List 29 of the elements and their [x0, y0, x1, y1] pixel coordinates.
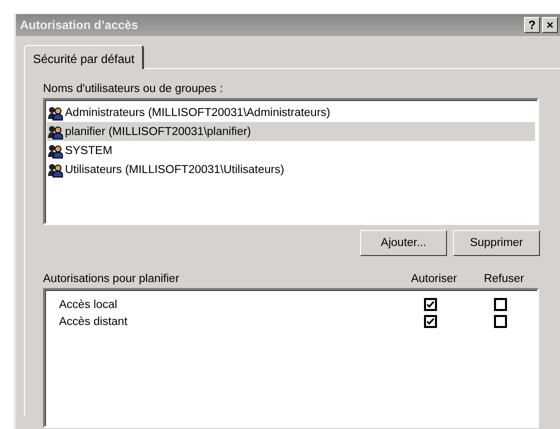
user-group-icon	[47, 142, 63, 158]
close-button[interactable]: ×	[542, 17, 558, 33]
user-list-item[interactable]: planifier (MILLISOFT20031\planifier)	[47, 122, 535, 141]
checkbox[interactable]	[494, 315, 506, 328]
add-button[interactable]: Ajouter...	[360, 230, 447, 256]
permissions-label: Autorisations pour planifier	[43, 273, 180, 285]
user-list-item[interactable]: Administrateurs (MILLISOFT20031\Administrateurs)	[47, 103, 535, 122]
column-header: Autoriser	[410, 273, 458, 285]
users-label: Noms d'utilisateurs ou de groupes :	[43, 83, 224, 95]
remove-button[interactable]: Supprimer	[453, 230, 540, 256]
help-button[interactable]: ?	[524, 17, 540, 33]
user-group-icon	[47, 162, 63, 178]
user-group-icon	[47, 124, 63, 140]
checkbox[interactable]	[424, 298, 436, 311]
user-name: SYSTEM	[65, 144, 112, 156]
checkbox[interactable]	[424, 315, 436, 328]
checkbox[interactable]	[494, 298, 506, 311]
user-list-item[interactable]: SYSTEM	[47, 141, 535, 160]
user-name: planifier (MILLISOFT20031\planifier)	[65, 126, 251, 138]
window-title: Autorisation d’accès	[20, 18, 138, 32]
permission-name: Accès distant	[58, 316, 128, 328]
user-name: Administrateurs (MILLISOFT20031\Administrateurs)	[65, 106, 330, 118]
permission-name: Accès local	[58, 298, 118, 310]
tab[interactable]: Sécurité par défaut	[24, 45, 144, 69]
user-name: Utilisateurs (MILLISOFT20031\Utilisateurs)	[65, 164, 284, 176]
user-list-item[interactable]: Utilisateurs (MILLISOFT20031\Utilisateurs)	[47, 160, 535, 179]
column-header: Refuser	[482, 273, 526, 285]
user-group-icon	[47, 104, 63, 120]
users-list[interactable]: Administrateurs (MILLISOFT20031\Administrateurs) planifier (MILLISOFT20031\planifier) SYSTEM Utilisateurs (MILLISOFT20031\Utilisateurs)	[43, 98, 539, 225]
